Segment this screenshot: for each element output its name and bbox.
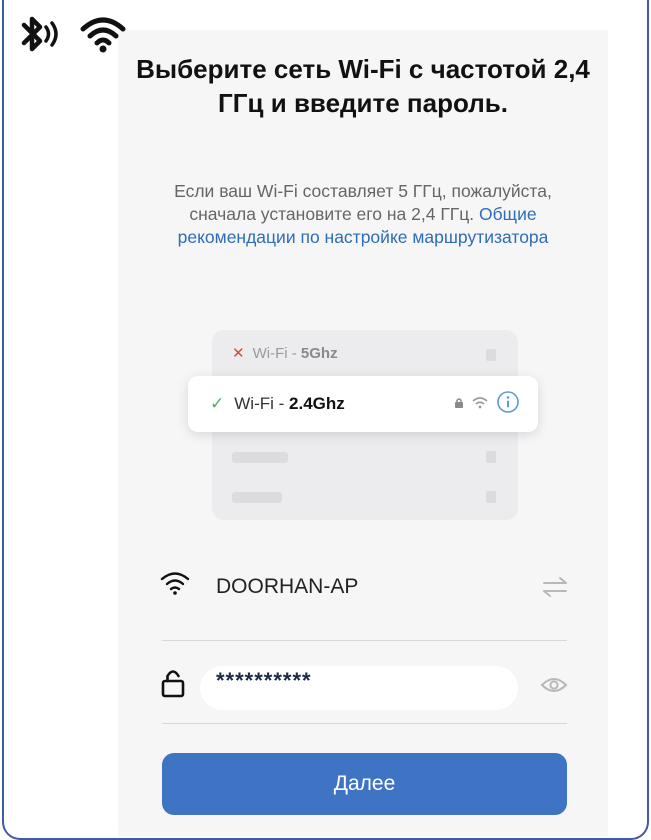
password-row: ********** (160, 660, 568, 716)
status-icons (20, 14, 126, 59)
page-title: Выберите сеть Wi-Fi с частотой 2,4 ГГц и… (136, 54, 590, 118)
info-icon (496, 390, 520, 419)
lock-icon (454, 396, 464, 414)
network-5ghz-label: Wi-Fi - 5Ghz (252, 344, 338, 362)
page-description: Если ваш Wi-Fi составляет 5 ГГц, пожалуй… (148, 180, 578, 249)
placeholder-icon (486, 349, 496, 361)
placeholder-icon (486, 451, 496, 463)
switch-network-icon[interactable] (542, 576, 568, 603)
lock-icon (160, 668, 186, 703)
network-icons (454, 390, 520, 419)
placeholder-line (232, 492, 282, 503)
divider (162, 723, 567, 724)
ssid-value: DOORHAN-AP (216, 575, 359, 598)
divider (162, 640, 567, 641)
placeholder-icon (486, 491, 496, 503)
cross-icon: ✕ (232, 345, 245, 362)
wifi-icon (160, 570, 190, 601)
next-button[interactable]: Далее (162, 753, 567, 815)
check-icon: ✓ (210, 394, 225, 413)
ssid-row[interactable]: DOORHAN-AP (160, 560, 568, 616)
network-24ghz-item: ✓ Wi-Fi - 2.4Ghz (188, 376, 538, 432)
wifi-icon (472, 396, 488, 414)
network-5ghz-item: ✕ Wi-Fi - 5Ghz (232, 344, 338, 363)
bluetooth-icon (20, 14, 66, 59)
password-field[interactable]: ********** (200, 666, 518, 710)
network-24ghz-label: Wi-Fi - 2.4Ghz (234, 394, 345, 413)
password-value: ********** (216, 668, 312, 693)
placeholder-line (232, 452, 288, 463)
eye-icon[interactable] (540, 676, 568, 699)
